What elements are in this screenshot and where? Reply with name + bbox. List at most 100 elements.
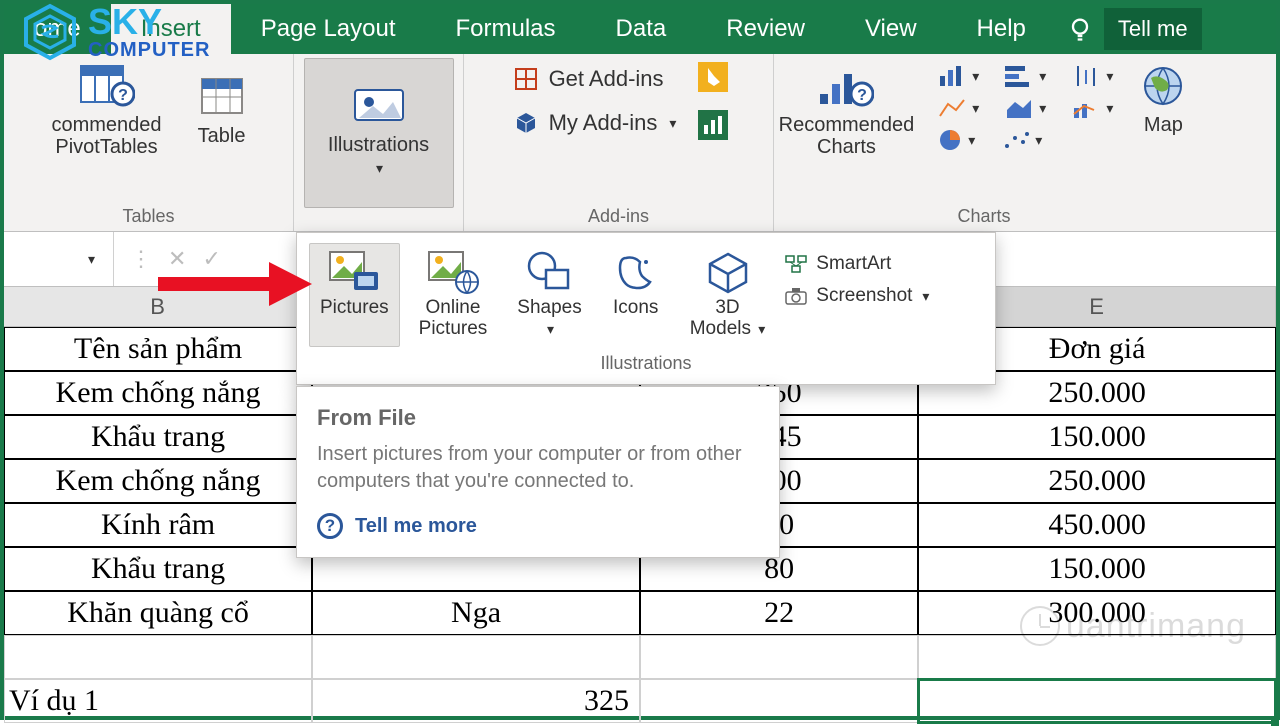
cell[interactable]: 22	[640, 591, 918, 635]
cell[interactable]: 450.000	[918, 503, 1276, 547]
chart-type-column[interactable]: ▾	[938, 64, 979, 88]
tab-view[interactable]: View	[835, 4, 947, 54]
header-cell[interactable]: Tên sản phẩm	[4, 327, 312, 371]
tab-review[interactable]: Review	[696, 4, 835, 54]
shapes-label: Shapes▾	[517, 298, 581, 340]
cell[interactable]: 325	[312, 679, 640, 723]
cell[interactable]	[312, 635, 640, 679]
chart-type-scatter[interactable]: ▾	[1001, 128, 1042, 152]
maps-label: Map	[1144, 114, 1183, 136]
people-graph-icon[interactable]	[698, 110, 728, 140]
help-icon: ?	[317, 513, 343, 539]
group-charts-label: Charts	[957, 206, 1010, 229]
cell[interactable]: Kem chống nắng	[4, 459, 312, 503]
lightbulb-icon	[1066, 15, 1094, 43]
recommended-charts-button[interactable]: ? Recommended Charts	[771, 58, 923, 164]
screenshot-icon	[784, 286, 808, 306]
smartart-icon	[784, 254, 808, 274]
group-addins: Get Add-ins My Add-ins ▾ Add-ins	[464, 54, 774, 231]
get-addins-label: Get Add-ins	[549, 66, 664, 92]
shapes-icon	[526, 250, 574, 294]
clock-icon	[1020, 606, 1060, 646]
tell-me-search[interactable]: Tell me	[1104, 8, 1202, 50]
table-label: Table	[198, 125, 246, 147]
table-icon	[198, 75, 246, 121]
cell[interactable]: Ví dụ 1	[4, 679, 312, 723]
group-tables: ? commended PivotTables Table Tables	[4, 54, 294, 231]
pictures-icon	[328, 250, 380, 294]
pictures-button[interactable]: Pictures	[309, 243, 400, 347]
cube-icon	[704, 250, 752, 294]
cell[interactable]: Khẩu trang	[4, 547, 312, 591]
tooltip-body: Insert pictures from your computer or fr…	[317, 441, 759, 495]
table-button[interactable]: Table	[190, 58, 254, 164]
maps-button[interactable]: Map	[1129, 58, 1197, 142]
pivot-table-icon: ?	[79, 64, 135, 110]
cell[interactable]	[640, 635, 918, 679]
icons-icon	[612, 250, 660, 294]
cell[interactable]: 150.000	[918, 547, 1276, 591]
sky-computer-logo: SKY COMPUTER	[20, 2, 210, 62]
cell[interactable]	[4, 635, 312, 679]
illustrations-label: Illustrations▾	[328, 134, 429, 178]
illustrations-icon	[353, 88, 405, 130]
smartart-label: SmartArt	[816, 253, 891, 275]
get-addins-button[interactable]: Get Add-ins	[509, 64, 681, 94]
group-illustrations: Illustrations▾	[294, 54, 464, 231]
cell[interactable]: Khăn quàng cổ	[4, 591, 312, 635]
chart-type-line[interactable]: ▾	[938, 96, 979, 120]
pictures-label: Pictures	[320, 298, 389, 319]
icons-button[interactable]: Icons	[601, 243, 671, 347]
screenshot-button[interactable]: Screenshot ▾	[784, 285, 929, 307]
group-tables-label: Tables	[122, 206, 174, 229]
cell[interactable]: 150.000	[918, 415, 1276, 459]
illustrations-group-label: Illustrations	[297, 351, 995, 384]
tab-data[interactable]: Data	[586, 4, 697, 54]
chart-type-combo[interactable]: ▾	[1072, 96, 1113, 120]
svg-text:?: ?	[118, 87, 128, 104]
online-pictures-label: Online Pictures	[419, 298, 488, 340]
3d-models-button[interactable]: 3D Models ▾	[679, 243, 777, 347]
cell[interactable]: 250.000	[918, 459, 1276, 503]
my-addins-icon	[513, 110, 539, 136]
watermark: uantrimang	[1020, 606, 1246, 646]
recommended-charts-label: Recommended Charts	[779, 114, 915, 158]
online-pictures-icon	[427, 250, 479, 294]
hex-logo-icon	[20, 2, 80, 62]
tab-page-layout[interactable]: Page Layout	[231, 4, 426, 54]
cell[interactable]: Khẩu trang	[4, 415, 312, 459]
chart-type-pie[interactable]: ▾	[938, 128, 975, 152]
globe-icon	[1137, 64, 1189, 110]
chevron-down-icon: ▾	[922, 288, 929, 305]
tab-formulas[interactable]: Formulas	[426, 4, 586, 54]
active-cell[interactable]	[918, 679, 1276, 723]
smartart-button[interactable]: SmartArt	[784, 253, 929, 275]
chart-type-stock[interactable]: ▾	[1072, 64, 1113, 88]
cell[interactable]	[640, 679, 918, 723]
cell[interactable]: Kính râm	[4, 503, 312, 547]
online-pictures-button[interactable]: Online Pictures	[408, 243, 499, 347]
illustrations-button[interactable]: Illustrations▾	[304, 58, 454, 208]
icons-label: Icons	[613, 298, 658, 319]
chart-type-bar[interactable]: ▾	[1005, 64, 1046, 88]
group-charts: ? Recommended Charts ▾ ▾ ▾ ▾ ▾ ▾ ▾ ▾	[774, 54, 1194, 231]
screenshot-label: Screenshot	[816, 285, 912, 307]
tab-help[interactable]: Help	[947, 4, 1056, 54]
name-box[interactable]: ▾	[4, 232, 114, 286]
recommended-pivottables-button[interactable]: ? commended PivotTables	[43, 58, 169, 164]
shapes-button[interactable]: Shapes▾	[506, 243, 592, 347]
3d-models-label: 3D Models ▾	[690, 298, 766, 340]
chart-type-area[interactable]: ▾	[1005, 96, 1046, 120]
recommended-charts-icon: ?	[818, 64, 874, 110]
ribbon-body: ? commended PivotTables Table Tables Ill…	[4, 54, 1276, 232]
group-addins-label: Add-ins	[588, 206, 649, 229]
cell[interactable]: Nga	[312, 591, 640, 635]
tell-me-more-link[interactable]: ? Tell me more	[317, 513, 759, 539]
my-addins-button[interactable]: My Add-ins ▾	[509, 108, 681, 138]
bing-maps-icon[interactable]	[698, 62, 728, 92]
logo-line1: SKY	[88, 4, 210, 40]
my-addins-label: My Add-ins	[549, 110, 658, 136]
arrow-annotation	[154, 254, 314, 314]
illustrations-dropdown: Pictures Online Pictures Shapes▾ Icons 3…	[296, 232, 996, 385]
cell[interactable]: Kem chống nắng	[4, 371, 312, 415]
